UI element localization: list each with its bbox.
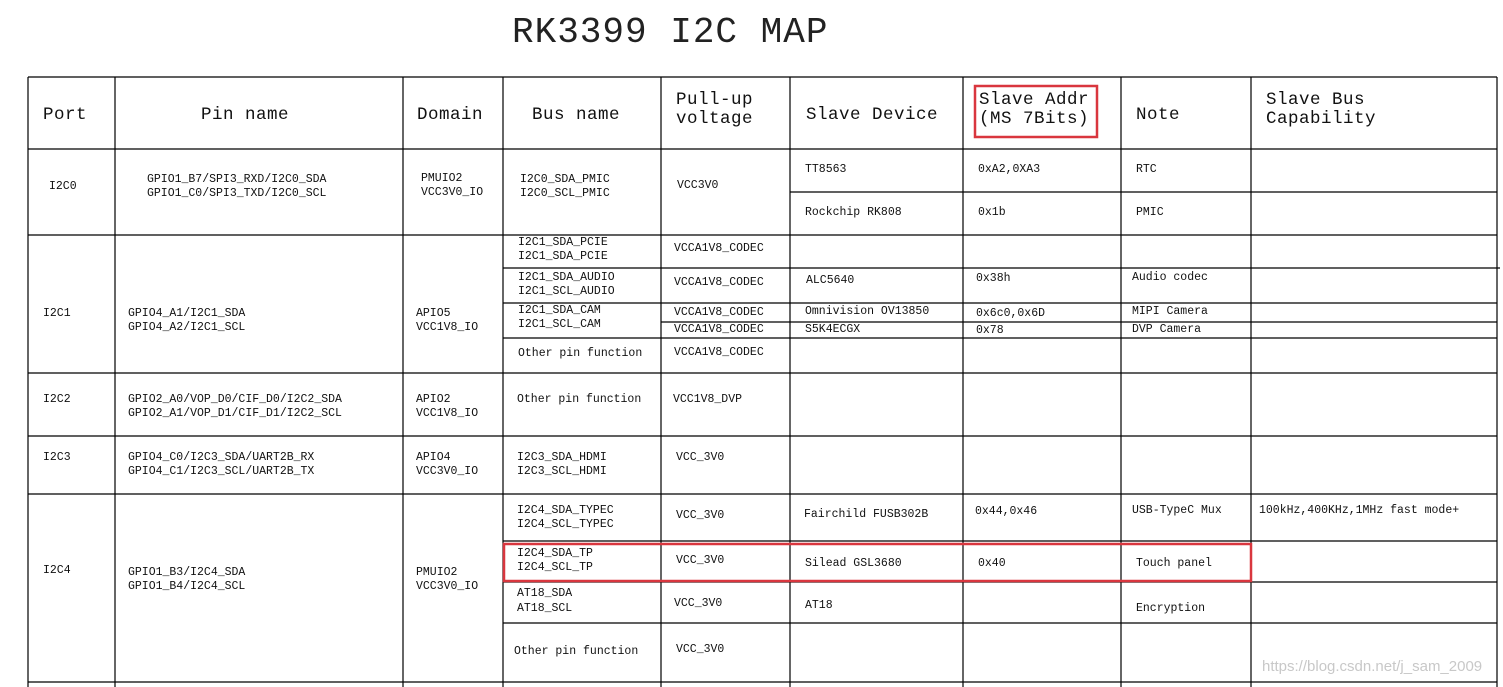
header-bus-name: Bus name	[532, 105, 621, 125]
header-pullup-line1: Pull-up	[676, 90, 754, 110]
domain-line1: APIO5	[416, 307, 451, 320]
slave-device-cell: ALC5640	[806, 274, 855, 287]
slave-addr-cell: 0x6c0,0x6D	[976, 307, 1046, 320]
bus-name-line1: I2C1_SDA_CAM	[518, 304, 601, 317]
slave-device-cell: TT8563	[805, 163, 847, 176]
header-slave-device: Slave Device	[806, 105, 939, 125]
bus-name-line1: I2C4_SDA_TYPEC	[517, 504, 614, 517]
note-cell: MIPI Camera	[1132, 305, 1208, 318]
pullup-cell: VCC3V0	[677, 179, 719, 192]
bus-name-line2: I2C0_SCL_PMIC	[520, 187, 610, 200]
note-cell: Encryption	[1136, 602, 1206, 615]
capability-cell: 100kHz,400KHz,1MHz fast mode+	[1259, 504, 1460, 517]
domain-line1: PMUIO2	[416, 566, 458, 579]
slave-device-cell: AT18	[805, 599, 833, 612]
bus-name-line1: I2C1_SDA_AUDIO	[518, 271, 615, 284]
pullup-cell: VCC_3V0	[676, 509, 725, 522]
pullup-cell: VCCA1V8_CODEC	[674, 306, 764, 319]
header-pin-name: Pin name	[201, 105, 290, 125]
domain-line1: APIO2	[416, 393, 451, 406]
bus-name-line1: Other pin function	[514, 645, 639, 658]
slave-device-cell: Omnivision OV13850	[805, 305, 930, 318]
domain-line2: VCC3V0_IO	[416, 465, 479, 478]
pin-name-line1: GPIO1_B3/I2C4_SDA	[128, 566, 246, 579]
pullup-cell: VCCA1V8_CODEC	[674, 242, 764, 255]
domain-line2: VCC3V0_IO	[421, 186, 484, 199]
note-cell: Audio codec	[1132, 271, 1208, 284]
bus-name-line1: Other pin function	[518, 347, 643, 360]
bus-name-line2: I2C1_SCL_CAM	[518, 318, 601, 331]
bus-name-line2: I2C1_SCL_AUDIO	[518, 285, 615, 298]
bus-name-line2: I2C4_SCL_TYPEC	[517, 518, 614, 531]
slave-device-cell: Rockchip RK808	[805, 206, 902, 219]
header-capability-line2: Capability	[1266, 109, 1377, 129]
header-domain: Domain	[417, 105, 484, 125]
bus-name-line2: AT18_SCL	[517, 602, 573, 615]
header-pullup-line2: voltage	[676, 109, 754, 129]
bus-name-line1: I2C4_SDA_TP	[517, 547, 593, 560]
note-cell: Touch panel	[1136, 557, 1212, 570]
slave-addr-cell: 0x78	[976, 324, 1004, 337]
slave-addr-cell: 0xA2,0XA3	[978, 163, 1041, 176]
pullup-cell: VCCA1V8_CODEC	[674, 276, 764, 289]
header-note: Note	[1136, 105, 1181, 125]
pullup-cell: VCC_3V0	[674, 597, 723, 610]
domain-line2: VCC1V8_IO	[416, 407, 479, 420]
header-slave-addr-line2: (MS 7Bits)	[979, 109, 1090, 129]
port-cell: I2C2	[43, 393, 71, 406]
domain-line1: APIO4	[416, 451, 451, 464]
bus-name-line2: I2C4_SCL_TP	[517, 561, 593, 574]
bus-name-line1: I2C0_SDA_PMIC	[520, 173, 610, 186]
pullup-cell: VCC_3V0	[676, 554, 725, 567]
pullup-cell: VCC1V8_DVP	[673, 393, 743, 406]
pin-name-line2: GPIO4_A2/I2C1_SCL	[128, 321, 246, 334]
pin-name-line2: GPIO1_C0/SPI3_TXD/I2C0_SCL	[147, 187, 327, 200]
slave-device-cell: Fairchild FUSB302B	[804, 508, 929, 521]
bus-name-line2: I2C1_SDA_PCIE	[518, 250, 608, 263]
pullup-cell: VCCA1V8_CODEC	[674, 323, 764, 336]
bus-name-line1: I2C3_SDA_HDMI	[517, 451, 607, 464]
pin-name-line2: GPIO1_B4/I2C4_SCL	[128, 580, 246, 593]
pullup-cell: VCCA1V8_CODEC	[674, 346, 764, 359]
note-cell: DVP Camera	[1132, 323, 1202, 336]
slave-addr-cell: 0x38h	[976, 272, 1011, 285]
pullup-cell: VCC_3V0	[676, 643, 725, 656]
slave-device-cell: S5K4ECGX	[805, 323, 861, 336]
domain-line1: PMUIO2	[421, 172, 463, 185]
port-cell: I2C3	[43, 451, 71, 464]
slave-addr-cell: 0x40	[978, 557, 1006, 570]
header-slave-addr-line1: Slave Addr	[979, 90, 1090, 110]
pin-name-line2: GPIO2_A1/VOP_D1/CIF_D1/I2C2_SCL	[128, 407, 342, 420]
watermark: https://blog.csdn.net/j_sam_2009	[1262, 658, 1483, 675]
note-cell: PMIC	[1136, 206, 1164, 219]
slave-device-cell: Silead GSL3680	[805, 557, 902, 570]
slave-addr-cell: 0x44,0x46	[975, 505, 1038, 518]
pin-name-line1: GPIO2_A0/VOP_D0/CIF_D0/I2C2_SDA	[128, 393, 342, 406]
pin-name-line1: GPIO4_A1/I2C1_SDA	[128, 307, 246, 320]
pullup-cell: VCC_3V0	[676, 451, 725, 464]
bus-name-line1: Other pin function	[517, 393, 642, 406]
pin-name-line1: GPIO4_C0/I2C3_SDA/UART2B_RX	[128, 451, 315, 464]
port-cell: I2C1	[43, 307, 71, 320]
pin-name-line2: GPIO4_C1/I2C3_SCL/UART2B_TX	[128, 465, 315, 478]
domain-line2: VCC1V8_IO	[416, 321, 479, 334]
port-cell: I2C0	[49, 180, 77, 193]
note-cell: USB-TypeC Mux	[1132, 504, 1222, 517]
header-capability-line1: Slave Bus	[1266, 90, 1366, 110]
bus-name-line1: AT18_SDA	[517, 587, 573, 600]
note-cell: RTC	[1136, 163, 1157, 176]
bus-name-line1: I2C1_SDA_PCIE	[518, 236, 608, 249]
slave-addr-cell: 0x1b	[978, 206, 1006, 219]
bus-name-line2: I2C3_SCL_HDMI	[517, 465, 607, 478]
header-port: Port	[43, 105, 88, 125]
port-cell: I2C4	[43, 564, 71, 577]
domain-line2: VCC3V0_IO	[416, 580, 479, 593]
pin-name-line1: GPIO1_B7/SPI3_RXD/I2C0_SDA	[147, 173, 327, 186]
